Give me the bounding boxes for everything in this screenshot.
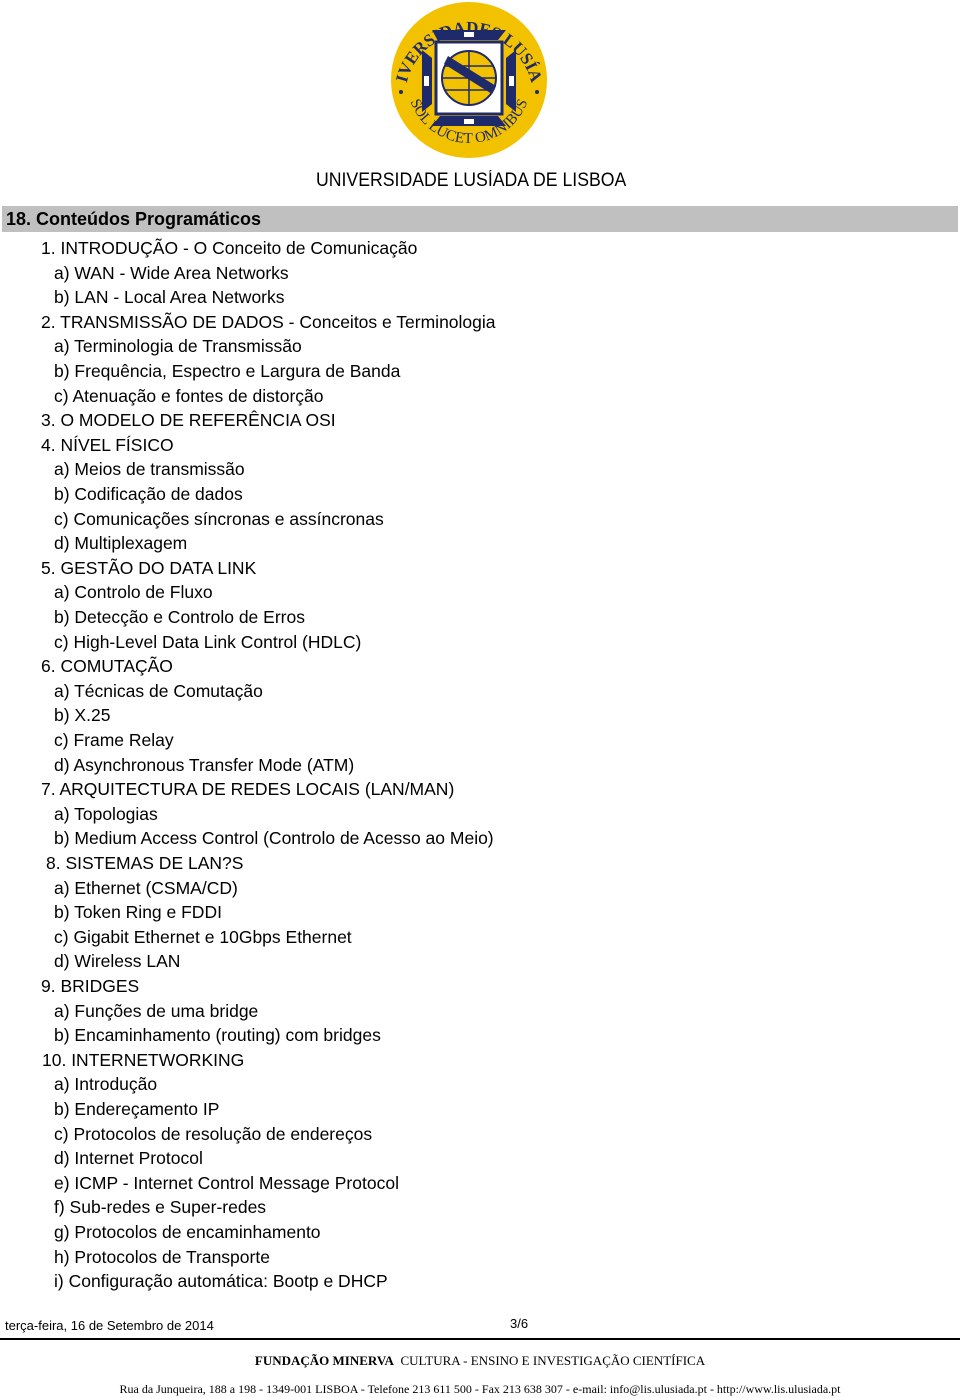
subtopic-item: a) Topologias	[54, 803, 158, 824]
topic-heading: 2. TRANSMISSÃO DE DADOS - Conceitos e Te…	[41, 311, 496, 332]
section-title: 18. Conteúdos Programáticos	[6, 209, 262, 229]
subtopic-item: a) Controlo de Fluxo	[54, 582, 213, 603]
subtopic-item: b) Encaminhamento (routing) com bridges	[54, 1025, 381, 1046]
subtopic-item: a) Funções de uma bridge	[54, 1000, 259, 1021]
subtopic-item: c) Protocolos de resolução de endereços	[54, 1123, 373, 1144]
subtopic-item: a) Terminologia de Transmissão	[54, 336, 302, 357]
subtopic-item: e) ICMP - Internet Control Message Proto…	[54, 1172, 399, 1193]
subtopic-item: b) Endereçamento IP	[54, 1099, 220, 1119]
subtopic-item: c) Comunicações síncronas e assíncronas	[54, 508, 384, 529]
subtopic-item: b) Detecção e Controlo de Erros	[54, 607, 305, 627]
institution-name: UNIVERSIDADE LUSÍADA DE LISBOA	[316, 170, 627, 191]
subtopic-item: d) Internet Protocol	[54, 1148, 203, 1169]
university-logo: UNIVERSIDADES LUSÍADA SOL LUCET OMNIBUS	[378, 0, 554, 166]
subtopic-item: a) Introdução	[54, 1074, 158, 1095]
subtopic-item: b) Medium Access Control (Controlo de Ac…	[54, 828, 494, 849]
page-number: 3/6	[510, 1316, 529, 1331]
subtopic-item: b) Frequência, Espectro e Largura de Ban…	[54, 361, 401, 381]
subtopic-item: b) Codificação de dados	[54, 484, 243, 504]
subtopic-item: a) Ethernet (CSMA/CD)	[54, 877, 238, 898]
subtopic-item: b) Token Ring e FDDI	[54, 902, 222, 923]
organization-tagline: CULTURA - ENSINO E INVESTIGAÇÃO CIENTÍFI…	[400, 1353, 706, 1368]
subtopic-item: b) X.25	[54, 705, 111, 726]
subtopic-item: b) LAN - Local Area Networks	[54, 287, 285, 308]
subtopic-item: c) Atenuação e fontes de distorção	[54, 385, 324, 406]
topic-heading: 10. INTERNETWORKING	[42, 1049, 245, 1070]
subtopic-item: g) Protocolos de encaminhamento	[54, 1222, 321, 1242]
subtopic-item: c) Frame Relay	[54, 730, 174, 750]
subtopic-item: d) Wireless LAN	[54, 951, 181, 972]
subtopic-item: d) Multiplexagem	[54, 533, 188, 554]
topic-heading: 9. BRIDGES	[41, 976, 140, 996]
topic-heading: 7. ARQUITECTURA DE REDES LOCAIS (LAN/MAN…	[41, 779, 455, 800]
footer-address: Rua da Junqueira, 188 a 198 - 1349-001 L…	[119, 1382, 841, 1396]
topic-heading: 5. GESTÃO DO DATA LINK	[41, 557, 257, 578]
topic-heading: 1. INTRODUÇÃO - O Conceito de Comunicaçã…	[41, 238, 418, 258]
topic-heading: 8. SISTEMAS DE LAN?S	[46, 853, 244, 873]
subtopic-item: d) Asynchronous Transfer Mode (ATM)	[54, 754, 355, 775]
organization-name: FUNDAÇÃO MINERVA	[254, 1353, 394, 1368]
subtopic-item: c) High-Level Data Link Control (HDLC)	[54, 631, 362, 652]
subtopic-item: a) Meios de transmissão	[54, 459, 245, 480]
topic-heading: 3. O MODELO DE REFERÊNCIA OSI	[41, 410, 336, 431]
subtopic-item: f) Sub-redes e Super-redes	[54, 1197, 267, 1218]
subtopic-item: a) WAN - Wide Area Networks	[54, 262, 289, 283]
topic-heading: 4. NÍVEL FÍSICO	[41, 434, 174, 455]
subtopic-item: c) Gigabit Ethernet e 10Gbps Ethernet	[54, 926, 352, 947]
footer-organization: FUNDAÇÃO MINERVA CULTURA - ENSINO E INVE…	[0, 1353, 960, 1369]
topic-heading: 6. COMUTAÇÃO	[41, 656, 173, 677]
subtopic-item: a) Técnicas de Comutação	[54, 680, 263, 701]
subtopic-item: h) Protocolos de Transporte	[54, 1246, 270, 1267]
footer-date: terça-feira, 16 de Setembro de 2014	[5, 1318, 214, 1333]
subtopic-item: i) Configuração automática: Bootp e DHCP	[54, 1271, 388, 1292]
university-seal-icon: UNIVERSIDADES LUSÍADA SOL LUCET OMNIBUS	[378, 0, 547, 158]
footer-divider	[0, 1338, 960, 1340]
